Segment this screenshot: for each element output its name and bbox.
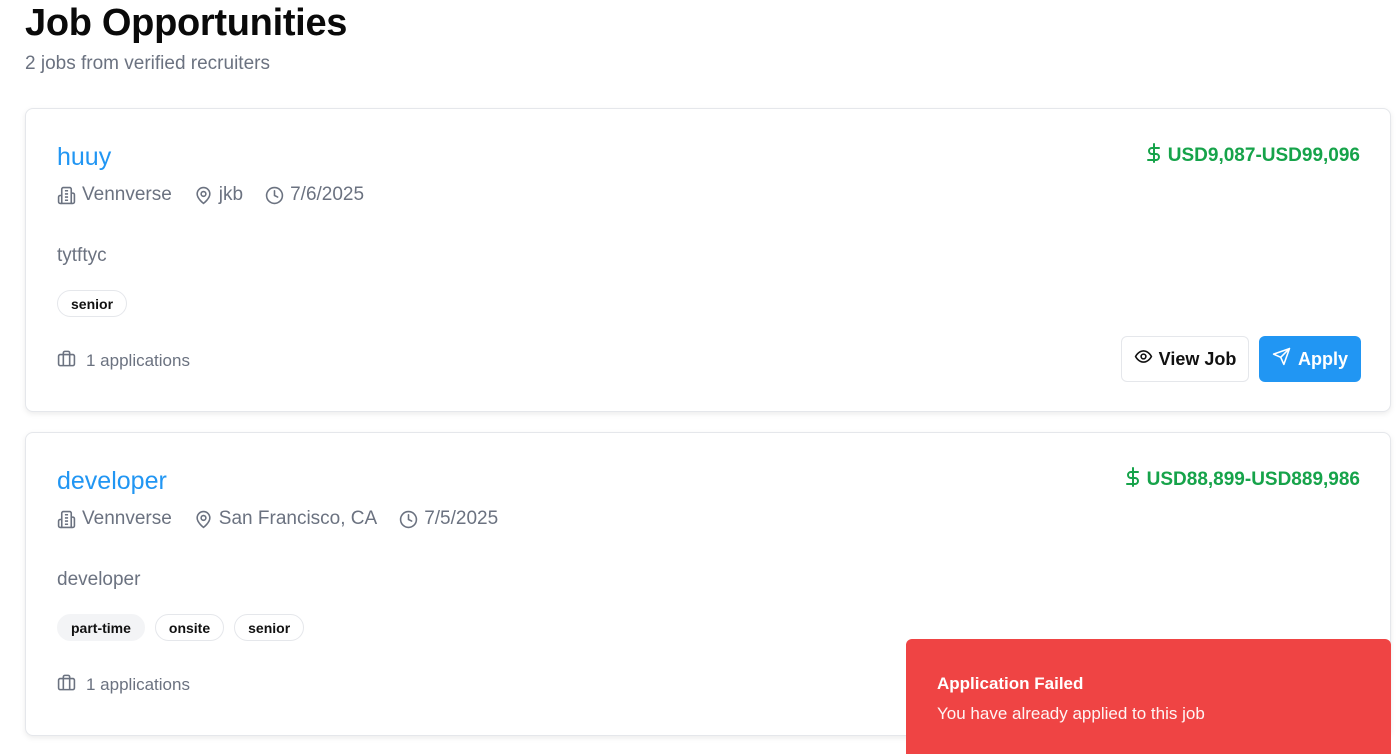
location-text: San Francisco, CA xyxy=(218,508,378,529)
dollar-icon xyxy=(1125,467,1141,493)
location-meta: San Francisco, CA xyxy=(194,508,377,530)
view-job-label: View Job xyxy=(1158,348,1237,369)
job-description: tytftyc xyxy=(57,245,107,266)
job-description: developer xyxy=(57,569,141,590)
view-job-button[interactable]: View Job xyxy=(1121,336,1249,382)
tag-badge: senior xyxy=(57,290,128,317)
applications-text: 1 applications xyxy=(86,675,190,694)
job-title-link[interactable]: huuy xyxy=(57,143,111,172)
company-name: Vennverse xyxy=(82,184,172,205)
dollar-icon xyxy=(1146,143,1162,169)
location-text: jkb xyxy=(218,184,244,205)
send-icon xyxy=(1272,347,1291,371)
job-meta: Vennverse San Francisco, CA 7/5/2025 xyxy=(57,508,520,530)
briefcase-icon xyxy=(57,349,76,373)
briefcase-icon xyxy=(57,673,76,697)
apply-label: Apply xyxy=(1297,348,1348,369)
clock-icon xyxy=(265,186,284,205)
tag-list: senior xyxy=(57,290,128,317)
tag-list: part-time onsite senior xyxy=(57,614,305,641)
toast-message: You have already applied to this job xyxy=(937,704,1205,723)
applications-count: 1 applications xyxy=(57,349,190,373)
posted-date: 7/5/2025 xyxy=(424,508,499,529)
company-meta: Vennverse xyxy=(57,184,172,206)
tag-badge: onsite xyxy=(154,614,225,641)
location-meta: jkb xyxy=(194,184,243,206)
map-pin-icon xyxy=(194,510,213,529)
date-meta: 7/5/2025 xyxy=(399,508,498,530)
page-subtitle: 2 jobs from verified recruiters xyxy=(25,53,270,74)
tag-badge: part-time xyxy=(57,614,145,641)
job-card: huuy USD9,087-USD99,096 Vennverse jkb 7/… xyxy=(25,108,1391,412)
salary-range: USD88,899-USD889,986 xyxy=(1125,467,1360,493)
eye-icon xyxy=(1134,347,1153,371)
date-meta: 7/6/2025 xyxy=(265,184,364,206)
clock-icon xyxy=(399,510,418,529)
page-title: Job Opportunities xyxy=(25,2,348,44)
salary-range: USD9,087-USD99,096 xyxy=(1146,143,1360,169)
building-icon xyxy=(57,510,76,529)
salary-text: USD9,087-USD99,096 xyxy=(1167,145,1360,166)
map-pin-icon xyxy=(194,186,213,205)
company-name: Vennverse xyxy=(82,508,172,529)
error-toast[interactable]: Application Failed You have already appl… xyxy=(906,639,1391,754)
tag-badge: senior xyxy=(234,614,305,641)
applications-count: 1 applications xyxy=(57,673,190,697)
salary-text: USD88,899-USD889,986 xyxy=(1146,469,1360,490)
job-title-link[interactable]: developer xyxy=(57,467,167,496)
posted-date: 7/6/2025 xyxy=(290,184,365,205)
company-meta: Vennverse xyxy=(57,508,172,530)
applications-text: 1 applications xyxy=(86,351,190,370)
toast-title: Application Failed xyxy=(937,674,1084,693)
apply-button[interactable]: Apply xyxy=(1259,336,1361,382)
job-meta: Vennverse jkb 7/6/2025 xyxy=(57,184,386,206)
building-icon xyxy=(57,186,76,205)
